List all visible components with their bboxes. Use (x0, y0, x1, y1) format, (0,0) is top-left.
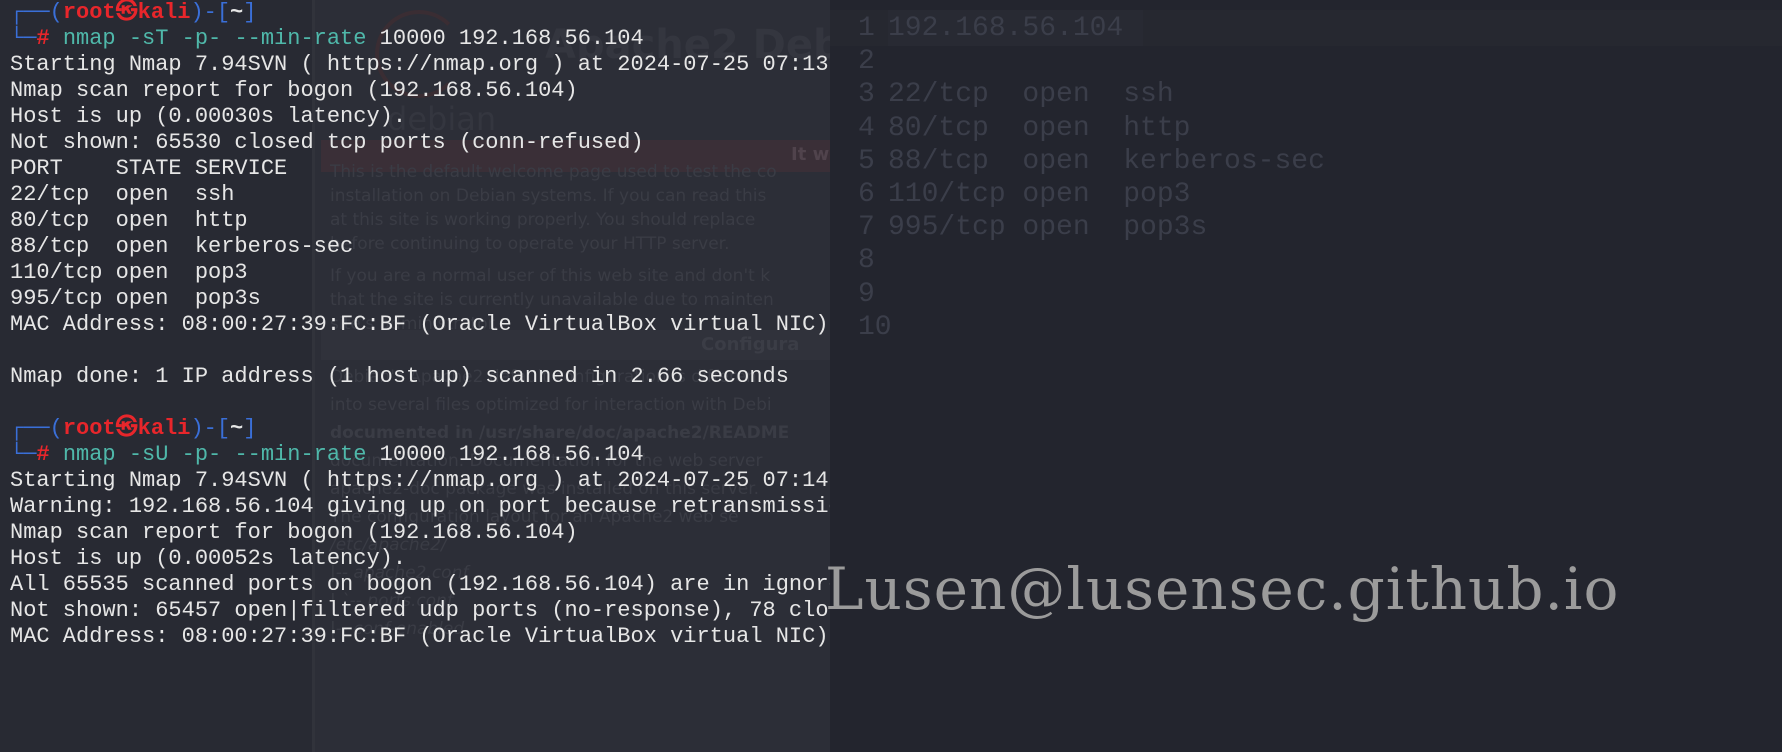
line-number: 8 (858, 245, 875, 277)
line-text: 192.168.56.104 (888, 13, 1124, 44)
prompt-mid: )-[ (190, 416, 231, 441)
line-text: 110/tcp open pop3 (888, 179, 1191, 210)
command-name: nmap -sT -p- --min-rate (62, 26, 367, 51)
line-number: 4 (858, 112, 875, 144)
line-number: 6 (858, 179, 875, 210)
line-number: 1 (858, 13, 875, 44)
command-name: nmap -sU -p- --min-rate (62, 442, 367, 467)
command-args: 10000 192.168.56.104 (366, 442, 644, 467)
editor-line[interactable]: 3 22/tcp open ssh (830, 78, 1782, 111)
prompt-box-top: ┌──( (10, 0, 63, 25)
line-number: 3 (858, 79, 875, 111)
line-text: 22/tcp open ssh (888, 79, 1174, 111)
line-text: 88/tcp open kerberos-sec (888, 145, 1325, 177)
editor-line[interactable]: 4 80/tcp open http (830, 112, 1782, 145)
prompt-hash: # (36, 442, 50, 467)
line-text: 995/tcp open pop3s (888, 212, 1208, 244)
editor-line[interactable]: 8 (830, 244, 1782, 277)
prompt-cwd: ~ (230, 0, 244, 25)
line-number: 7 (858, 212, 875, 244)
prompt-end: ] (243, 0, 257, 25)
watermark: Lusen@lusensec.github.io (825, 555, 1620, 623)
line-number: 5 (858, 145, 875, 177)
editor-line[interactable]: 6 110/tcp open pop3 (830, 178, 1782, 211)
prompt-user: root㉿kali (62, 416, 191, 441)
prompt-user: root㉿kali (62, 0, 191, 25)
line-number: 2 (858, 46, 875, 78)
editor-line[interactable]: 10 (830, 311, 1782, 344)
editor-line[interactable]: 9 (830, 278, 1782, 311)
prompt-box-bottom: └─ (10, 442, 37, 467)
prompt-box-top: ┌──( (10, 416, 63, 441)
editor-line[interactable]: 1 192.168.56.104 (830, 12, 1782, 45)
line-text: 80/tcp open http (888, 112, 1191, 144)
line-number: 10 (858, 311, 892, 343)
prompt-box-bottom: └─ (10, 26, 37, 51)
prompt-end: ] (243, 416, 257, 441)
prompt-hash: # (36, 26, 50, 51)
editor-line[interactable]: 5 88/tcp open kerberos-sec (830, 145, 1782, 178)
editor-line[interactable]: 7 995/tcp open pop3s (830, 211, 1782, 244)
text-editor[interactable]: 1 192.168.56.104 2 3 22/tcp open ssh 4 80/tcp … (830, 0, 1782, 752)
editor-line[interactable]: 2 (830, 45, 1782, 78)
line-number: 9 (858, 278, 875, 310)
prompt-cwd: ~ (230, 416, 244, 441)
prompt-mid: )-[ (190, 0, 231, 25)
command-args: 10000 192.168.56.104 (366, 26, 644, 51)
